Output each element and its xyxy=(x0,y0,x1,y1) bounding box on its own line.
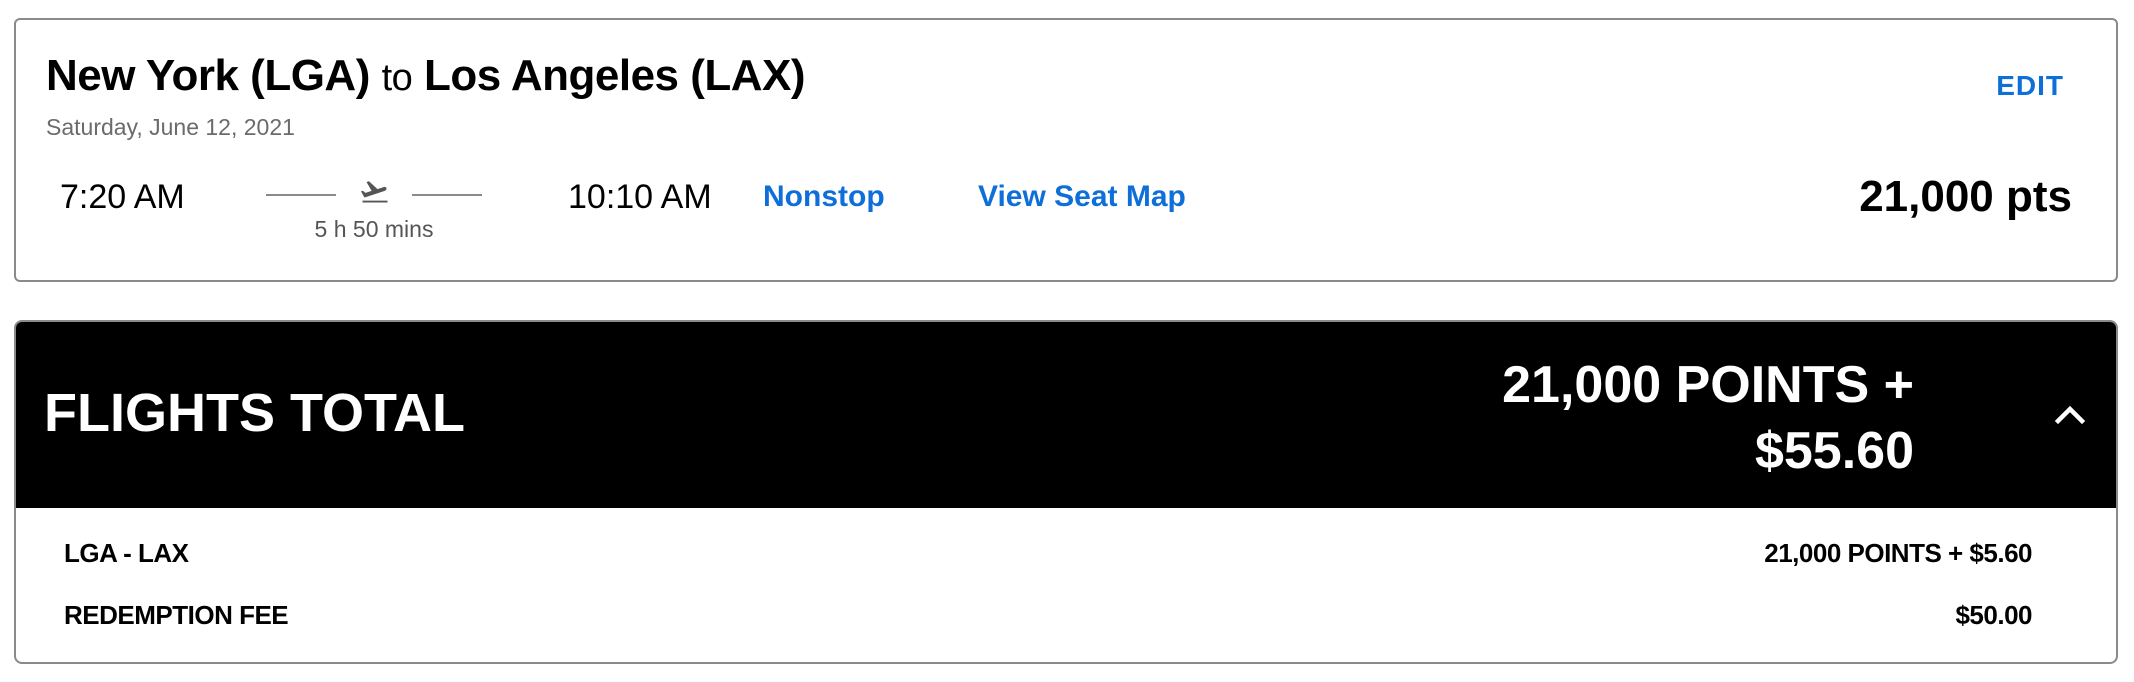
view-seat-map-link[interactable]: View Seat Map xyxy=(978,180,1186,214)
flights-total-panel: FLIGHTS TOTAL 21,000 POINTS + $55.60 LGA… xyxy=(14,320,2118,664)
flight-points-price: 21,000 pts xyxy=(1859,172,2072,221)
destination-city: Los Angeles (LAX) xyxy=(424,51,806,100)
nonstop-link[interactable]: Nonstop xyxy=(763,180,885,214)
flights-total-amount: 21,000 POINTS + $55.60 xyxy=(1502,352,1914,484)
breakdown-label: REDEMPTION FEE xyxy=(64,600,289,630)
duration-line-right xyxy=(412,194,482,196)
edit-button[interactable]: EDIT xyxy=(1996,70,2064,102)
origin-city: New York (LGA) xyxy=(46,51,370,100)
flight-summary-card: New York (LGA) to Los Angeles (LAX) Satu… xyxy=(14,18,2118,282)
breakdown-row-redemption-fee: REDEMPTION FEE $50.00 xyxy=(64,600,2032,636)
arrival-time: 10:10 AM xyxy=(568,178,712,216)
flight-date: Saturday, June 12, 2021 xyxy=(46,114,295,140)
breakdown-label: LGA - LAX xyxy=(64,538,189,568)
breakdown-row-fare: LGA - LAX 21,000 POINTS + $5.60 xyxy=(64,538,2032,574)
flight-duration: 5 h 50 mins xyxy=(314,216,434,242)
departure-time: 7:20 AM xyxy=(60,178,185,216)
flight-duration-graphic xyxy=(266,180,482,210)
breakdown-value: 21,000 POINTS + $5.60 xyxy=(1764,538,2032,568)
total-amount-points: 21,000 POINTS + xyxy=(1502,356,1914,414)
flights-total-label: FLIGHTS TOTAL xyxy=(44,383,465,443)
duration-line-left xyxy=(266,194,336,196)
airplane-icon xyxy=(361,181,388,203)
route-connector: to xyxy=(381,57,413,99)
flights-total-header[interactable]: FLIGHTS TOTAL 21,000 POINTS + $55.60 xyxy=(16,322,2116,508)
breakdown-value: $50.00 xyxy=(1955,600,2032,630)
route-title: New York (LGA) to Los Angeles (LAX) xyxy=(46,51,806,100)
chevron-up-icon[interactable] xyxy=(2050,394,2090,434)
total-amount-cash: $55.60 xyxy=(1754,422,1914,480)
